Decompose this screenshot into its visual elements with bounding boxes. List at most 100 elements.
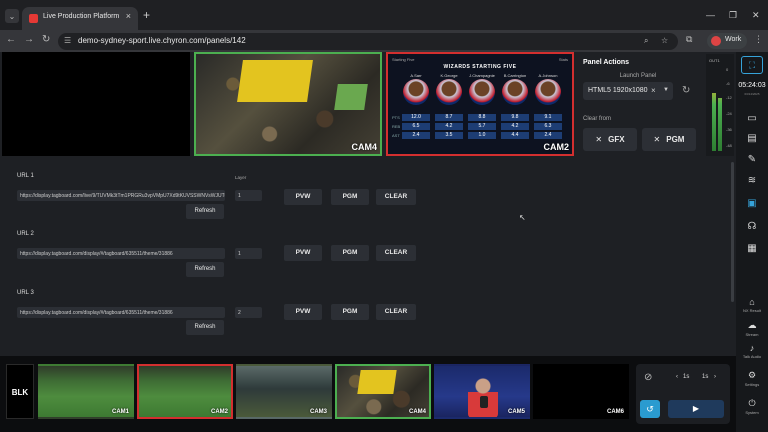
cut-button[interactable]: ↺ bbox=[640, 400, 660, 418]
scrollbar[interactable] bbox=[731, 162, 734, 302]
clear-pgm-button[interactable]: ✕ PGM bbox=[642, 128, 696, 151]
url-1-refresh-button[interactable]: Refresh bbox=[186, 204, 224, 219]
url-3-pvw-button[interactable]: PVW bbox=[284, 304, 322, 320]
close-tab-icon[interactable]: × bbox=[126, 11, 131, 21]
stats-row: AST 2.4 3.5 1.0 4.4 2.4 bbox=[392, 132, 568, 140]
fullscreen-icon[interactable]: ⛶ bbox=[741, 56, 763, 74]
clear-gfx-button[interactable]: ✕ GFX bbox=[583, 128, 637, 151]
zoom-icon[interactable]: ⌕ bbox=[644, 36, 648, 46]
url-3-pgm-button[interactable]: PGM bbox=[331, 304, 369, 320]
browser-menu-icon[interactable]: ⋮ bbox=[754, 34, 763, 45]
player-card: J.Champagnie bbox=[466, 73, 498, 105]
restore-icon[interactable]: ❐ bbox=[729, 10, 737, 21]
url-2-pvw-button[interactable]: PVW bbox=[284, 245, 322, 261]
program-monitor[interactable]: Starting Five Stats WIZARDS STARTING FIV… bbox=[386, 52, 574, 156]
url-2-input[interactable]: https://display.tagboard.com/display/#/t… bbox=[17, 248, 225, 259]
stat-cell: 6.3 bbox=[534, 123, 562, 130]
source-cam4[interactable]: CAM4 bbox=[335, 364, 431, 419]
address-bar[interactable]: ☰ demo-sydney-sport.live.chyron.com/pane… bbox=[58, 33, 678, 50]
chevron-down-icon[interactable]: ▼ bbox=[663, 87, 669, 93]
waveform-icon[interactable]: ≋ bbox=[745, 174, 759, 188]
transition-icon[interactable]: ⊘ bbox=[644, 372, 652, 383]
rate-right-chevron-icon[interactable]: › bbox=[714, 374, 716, 380]
url-1-input[interactable]: https://display.tagboard.com/live/9/TUVM… bbox=[17, 190, 225, 201]
layout-icon[interactable]: ▤ bbox=[745, 132, 759, 146]
source-cam6[interactable]: CAM6 bbox=[533, 364, 629, 419]
preview-monitor[interactable]: CAM4 bbox=[194, 52, 382, 156]
reload-icon[interactable]: ↻ bbox=[42, 34, 50, 45]
crowd-flag bbox=[357, 370, 397, 394]
rail-item-nx-result[interactable]: ⌂ NX Result bbox=[736, 297, 768, 313]
power-icon: ⏻ bbox=[748, 398, 756, 408]
browser-tab[interactable]: Live Production Platform × bbox=[22, 7, 138, 30]
chat-icon[interactable]: ▭ bbox=[745, 112, 759, 126]
profile-chip[interactable]: Work bbox=[707, 33, 747, 49]
site-info-icon[interactable]: ☰ bbox=[64, 36, 71, 45]
forward-icon[interactable]: → bbox=[24, 34, 34, 45]
source-cam3[interactable]: CAM3 bbox=[236, 364, 332, 419]
url-3-input[interactable]: https://display.tagboard.com/display/#/t… bbox=[17, 307, 225, 318]
refresh-icon[interactable]: ↻ bbox=[682, 85, 690, 96]
url-1-pvw-button[interactable]: PVW bbox=[284, 189, 322, 205]
format-select[interactable]: HTML5 1920x1080 × ▼ bbox=[583, 82, 673, 100]
rate-left-chevron-icon[interactable]: ‹ bbox=[676, 374, 678, 380]
clock: 05:24:03 bbox=[738, 82, 766, 89]
url-1-pgm-button[interactable]: PGM bbox=[331, 189, 369, 205]
stat-cell: 9.1 bbox=[534, 114, 562, 121]
rail-item-label: Talk Audio bbox=[742, 354, 762, 359]
extensions-icon[interactable]: ⧉ bbox=[686, 34, 692, 45]
clear-select-icon[interactable]: × bbox=[651, 86, 656, 95]
preview-black[interactable] bbox=[2, 52, 190, 156]
url-3-clear-button[interactable]: CLEAR bbox=[376, 304, 416, 320]
close-icon: ✕ bbox=[653, 135, 661, 144]
format-select-value: HTML5 1920x1080 bbox=[588, 87, 648, 94]
graphic-title: WIZARDS STARTING FIVE bbox=[443, 64, 517, 70]
source-cam1[interactable]: CAM1 bbox=[38, 364, 134, 419]
rate-left-value: 1s bbox=[683, 374, 690, 380]
url-2-label: URL 2 bbox=[17, 231, 34, 237]
player-photo bbox=[436, 79, 462, 105]
tab-search-chevron-icon[interactable]: ⌄ bbox=[5, 9, 19, 23]
url-1-clear-button[interactable]: CLEAR bbox=[376, 189, 416, 205]
rail-item-system[interactable]: ⏻ System bbox=[736, 398, 768, 415]
blk-button[interactable]: BLK bbox=[6, 364, 34, 419]
source-cam5[interactable]: CAM5 bbox=[434, 364, 530, 419]
cam-label: CAM1 bbox=[111, 409, 129, 415]
url-2-layer-input[interactable]: 1 bbox=[235, 248, 262, 259]
bookmark-star-icon[interactable]: ☆ bbox=[661, 36, 668, 45]
auto-button[interactable]: ▶ bbox=[668, 400, 724, 418]
rail-item-talk-audio[interactable]: ♪ Talk Audio bbox=[736, 343, 768, 359]
transition-panel: ⊘ ‹ 1s 1s › ↺ ▶ bbox=[636, 364, 730, 424]
panel-actions: Panel Actions Launch Panel HTML5 1920x10… bbox=[576, 54, 700, 156]
source-cam2[interactable]: CAM2 bbox=[137, 364, 233, 419]
stats-row: REB 6.5 4.2 5.7 4.2 6.3 bbox=[392, 123, 568, 131]
player-photo bbox=[502, 79, 528, 105]
rail-item-settings[interactable]: ⚙ Settings bbox=[736, 370, 768, 387]
gear-icon: ⚙ bbox=[747, 370, 757, 380]
minimize-icon[interactable]: — bbox=[706, 10, 715, 20]
new-tab-icon[interactable]: + bbox=[143, 9, 150, 21]
close-window-icon[interactable]: ✕ bbox=[752, 10, 760, 21]
headphones-icon[interactable]: ☊ bbox=[745, 220, 759, 234]
url-3-refresh-button[interactable]: Refresh bbox=[186, 320, 224, 335]
url-1-layer-input[interactable]: 1 bbox=[235, 190, 262, 201]
back-icon[interactable]: ← bbox=[6, 34, 16, 45]
pen-icon[interactable]: ✎ bbox=[745, 153, 759, 167]
stat-label: PTS bbox=[392, 115, 400, 120]
cam-label: CAM6 bbox=[606, 409, 624, 415]
player-name: A.Sarr bbox=[410, 73, 422, 78]
grid-icon[interactable]: ▦ bbox=[745, 242, 759, 256]
url-2-clear-button[interactable]: CLEAR bbox=[376, 245, 416, 261]
address-url[interactable]: demo-sydney-sport.live.chyron.com/panels… bbox=[78, 36, 246, 45]
rail-item-stream[interactable]: ☁ Stream bbox=[736, 320, 768, 337]
graphic-top-right: Stats bbox=[558, 57, 568, 62]
cam-label: CAM4 bbox=[408, 409, 426, 415]
rail-item-label: System bbox=[745, 410, 759, 415]
url-3-layer-input[interactable]: 2 bbox=[235, 307, 262, 318]
stat-cell: 9.8 bbox=[501, 114, 529, 121]
stream-icon: ☁ bbox=[747, 320, 757, 330]
document-icon[interactable]: ▣ bbox=[745, 197, 759, 211]
url-2-refresh-button[interactable]: Refresh bbox=[186, 262, 224, 277]
player-photo bbox=[403, 79, 429, 105]
url-2-pgm-button[interactable]: PGM bbox=[331, 245, 369, 261]
